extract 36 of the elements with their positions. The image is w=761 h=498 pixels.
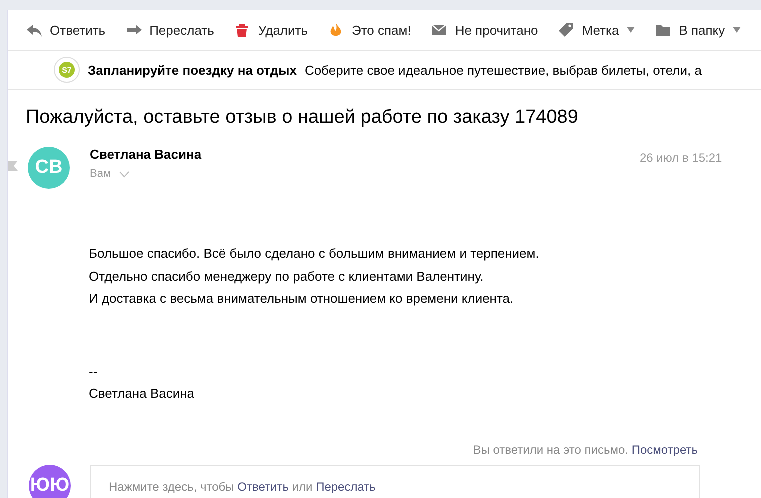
toolbar-button[interactable]: Метка bbox=[558, 22, 636, 38]
toolbar-button[interactable]: Переслать bbox=[126, 22, 214, 38]
link[interactable]: Посмотреть bbox=[632, 442, 698, 456]
caret-icon bbox=[627, 27, 636, 33]
logo-icon: S7 bbox=[54, 57, 80, 83]
sender-name[interactable]: Светлана Васина bbox=[90, 147, 202, 162]
folder-icon bbox=[655, 22, 672, 38]
toolbar-button[interactable]: Это спам! bbox=[328, 22, 412, 38]
body-line: Большое спасибо. Всё было сделано с большим вниманием и терпением. bbox=[89, 245, 540, 263]
replied-note: Вы ответили на это письмо. Посмотреть bbox=[472, 442, 698, 456]
ad-title[interactable]: Запланируйте поездку на отдых bbox=[88, 62, 297, 78]
reply-icon bbox=[26, 22, 42, 38]
avatar: ЮЮ bbox=[29, 464, 71, 498]
flag-icon bbox=[8, 161, 18, 171]
tag-icon bbox=[558, 22, 574, 38]
toolbar-button[interactable]: Ответить bbox=[26, 22, 106, 38]
message-date: 26 июл в 15:21 bbox=[640, 151, 722, 165]
body-line: И доставка с весьма внимательным отношением ко времени клиента. bbox=[89, 290, 515, 308]
link[interactable]: Ответить bbox=[238, 480, 289, 494]
link[interactable]: Переслать bbox=[316, 480, 376, 494]
toolbar-button[interactable]: В папку bbox=[655, 22, 742, 38]
chevron-icon[interactable] bbox=[119, 170, 130, 178]
forward-icon bbox=[126, 22, 142, 38]
toolbar-button[interactable]: Удалить bbox=[234, 22, 308, 38]
reply-box[interactable]: Нажмите здесь, чтобы Ответить или Переслать bbox=[90, 464, 700, 498]
signature-line: -- bbox=[89, 362, 99, 380]
envelope-icon bbox=[431, 22, 448, 38]
body-line: Отдельно спасибо менеджеру по работе с клиентами Валентину. bbox=[89, 268, 485, 286]
toolbar-button[interactable]: Не прочитано bbox=[431, 22, 538, 38]
trash-icon bbox=[234, 22, 250, 38]
message-subject: Пожалуйста, оставьте отзыв о нашей работе по заказу 174089 bbox=[26, 107, 580, 130]
avatar: СВ bbox=[28, 147, 70, 189]
caret-icon bbox=[733, 27, 742, 33]
signature-line: Светлана Васина bbox=[89, 385, 196, 403]
ad-text[interactable]: Соберите свое идеальное путешествие, выбрав билеты, отели, а bbox=[304, 62, 702, 78]
recipient: Вам bbox=[90, 168, 112, 180]
